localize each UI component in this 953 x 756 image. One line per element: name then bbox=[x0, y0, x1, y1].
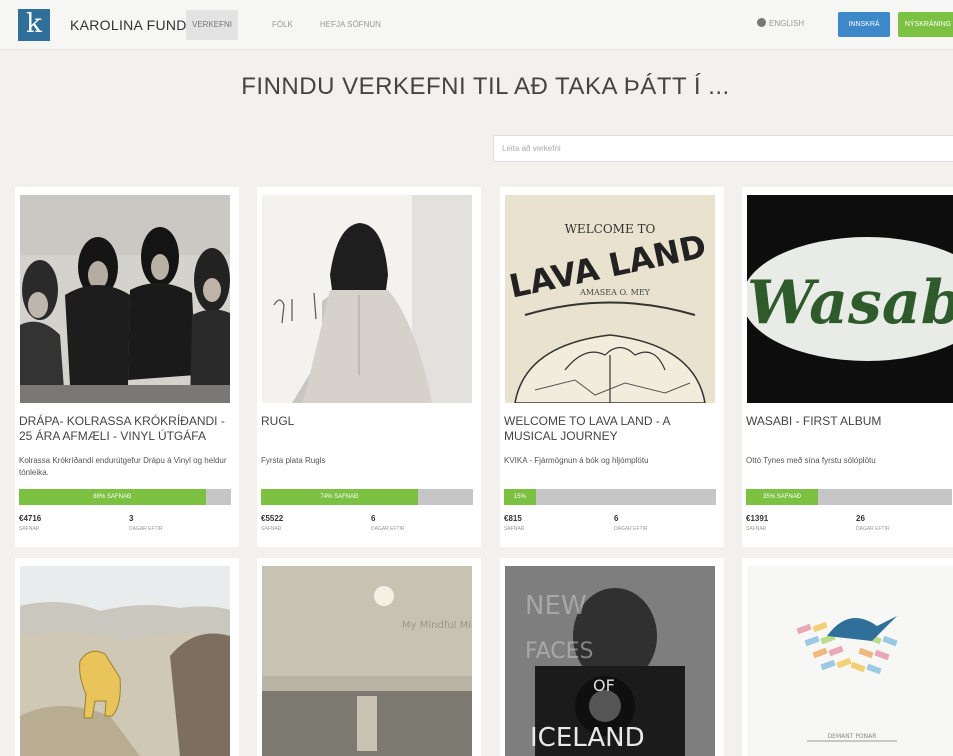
project-card[interactable]: My Mindful Mindful 2 bbox=[257, 558, 481, 756]
days-left: 3 bbox=[129, 514, 134, 523]
project-title[interactable]: WELCOME TO LAVA LAND - A MUSICAL JOURNEY bbox=[504, 414, 716, 444]
project-image[interactable]: WELCOME TO LAVA LAND AMASEA O. MEY bbox=[505, 195, 715, 403]
amount-raised: €5522 bbox=[261, 514, 284, 523]
progress-bar: 15% bbox=[504, 489, 716, 505]
project-image[interactable]: Wasab bbox=[747, 195, 953, 403]
project-card[interactable]: DRÁPA- KOLRASSA KRÓKRÍÐANDI - 25 ÁRA AFM… bbox=[15, 187, 239, 547]
project-title[interactable]: WASABI - FIRST ALBUM bbox=[746, 414, 953, 429]
days-left: 26 bbox=[856, 514, 865, 523]
progress-bar: 74% SAFNAÐ bbox=[261, 489, 473, 505]
project-description: Kolrassa Krókríðandi endurútgefur Drápu … bbox=[19, 456, 227, 477]
nav-folk[interactable]: FÓLK bbox=[266, 10, 299, 40]
project-card[interactable]: WELCOME TO LAVA LAND AMASEA O. MEY WELCO… bbox=[500, 187, 724, 547]
project-description: Fyrsta plata Rugls bbox=[261, 456, 326, 465]
nav-verkefni[interactable]: VERKEFNI bbox=[186, 10, 239, 40]
project-image[interactable]: DEMANT PONAR bbox=[747, 566, 953, 756]
days-left: 6 bbox=[371, 514, 376, 523]
amount-raised: €4716 bbox=[19, 514, 42, 523]
row2-art-text: DEMANT PONAR bbox=[828, 733, 877, 740]
progress-bar: 88% SAFNAÐ bbox=[19, 489, 231, 505]
wasabi-art-text: Wasab bbox=[747, 268, 953, 338]
progress-bar: 35% SAFNAÐ bbox=[746, 489, 952, 505]
row2-art-text: My Mindful Mindful 2 bbox=[402, 620, 472, 631]
top-navbar: k KAROLINA FUND VERKEFNI FÓLK HEFJA SÖFN… bbox=[0, 0, 953, 50]
karolina-logo[interactable]: k bbox=[18, 9, 50, 41]
row2-art-text: OF bbox=[593, 676, 615, 695]
project-card[interactable]: NEW FACES OF ICELAND bbox=[500, 558, 724, 756]
project-image[interactable]: My Mindful Mindful 2 bbox=[262, 566, 472, 756]
project-title[interactable]: DRÁPA- KOLRASSA KRÓKRÍÐANDI - 25 ÁRA AFM… bbox=[19, 414, 231, 444]
language-label: ENGLISH bbox=[769, 19, 805, 28]
amount-raised: €815 bbox=[504, 514, 522, 523]
project-image[interactable] bbox=[20, 566, 230, 756]
project-description: KVIKA - Fjármögnun á bók og hljómplötu bbox=[504, 456, 649, 465]
login-button[interactable]: INNSKRÁ bbox=[838, 12, 890, 37]
days-left-label: DAGAR EFTIR bbox=[371, 526, 405, 532]
search-input[interactable]: Leita að verkefni bbox=[493, 135, 953, 162]
days-left-label: DAGAR EFTIR bbox=[856, 526, 890, 532]
lava-sub-text: AMASEA O. MEY bbox=[579, 288, 651, 297]
nav-hefja-sofnun[interactable]: HEFJA SÖFNUN bbox=[314, 10, 387, 40]
amount-raised: €1391 bbox=[746, 514, 769, 523]
row2-art-text: NEW bbox=[525, 591, 587, 621]
globe-icon bbox=[757, 18, 766, 27]
project-image[interactable] bbox=[262, 195, 472, 403]
amount-label: SAFNAÐ bbox=[746, 526, 767, 532]
row2-art-text: FACES bbox=[525, 639, 594, 664]
days-left: 6 bbox=[614, 514, 619, 523]
amount-label: SAFNAÐ bbox=[261, 526, 282, 532]
project-card[interactable]: DEMANT PONAR bbox=[742, 558, 953, 756]
project-card[interactable]: Wasab WASABI - FIRST ALBUM Ottó Tynes me… bbox=[742, 187, 953, 547]
progress-label: 35% SAFNAÐ bbox=[763, 494, 802, 500]
project-image[interactable]: NEW FACES OF ICELAND bbox=[505, 566, 715, 756]
project-title[interactable]: RUGL bbox=[261, 414, 473, 429]
days-left-label: DAGAR EFTIR bbox=[129, 526, 163, 532]
row2-art-text: ICELAND bbox=[530, 723, 645, 753]
lava-top-text: WELCOME TO bbox=[565, 222, 656, 236]
progress-label: 74% SAFNAÐ bbox=[320, 494, 359, 500]
project-image[interactable] bbox=[20, 195, 230, 403]
amount-label: SAFNAÐ bbox=[504, 526, 525, 532]
brand-name[interactable]: KAROLINA FUND bbox=[70, 17, 187, 33]
language-switch[interactable]: ENGLISH bbox=[757, 18, 804, 28]
amount-label: SAFNAÐ bbox=[19, 526, 40, 532]
project-card[interactable]: RUGL Fyrsta plata Rugls 74% SAFNAÐ €5522… bbox=[257, 187, 481, 547]
project-description: Ottó Tynes með sína fyrstu sólóplötu bbox=[746, 456, 876, 465]
project-card[interactable] bbox=[15, 558, 239, 756]
page-title: FINNDU VERKEFNI TIL AÐ TAKA ÞÁTT Í ... bbox=[241, 73, 730, 100]
progress-label: 15% bbox=[513, 494, 526, 500]
days-left-label: DAGAR EFTIR bbox=[614, 526, 648, 532]
signup-button[interactable]: NÝSKRÁNING bbox=[898, 12, 953, 37]
progress-label: 88% SAFNAÐ bbox=[93, 494, 132, 500]
